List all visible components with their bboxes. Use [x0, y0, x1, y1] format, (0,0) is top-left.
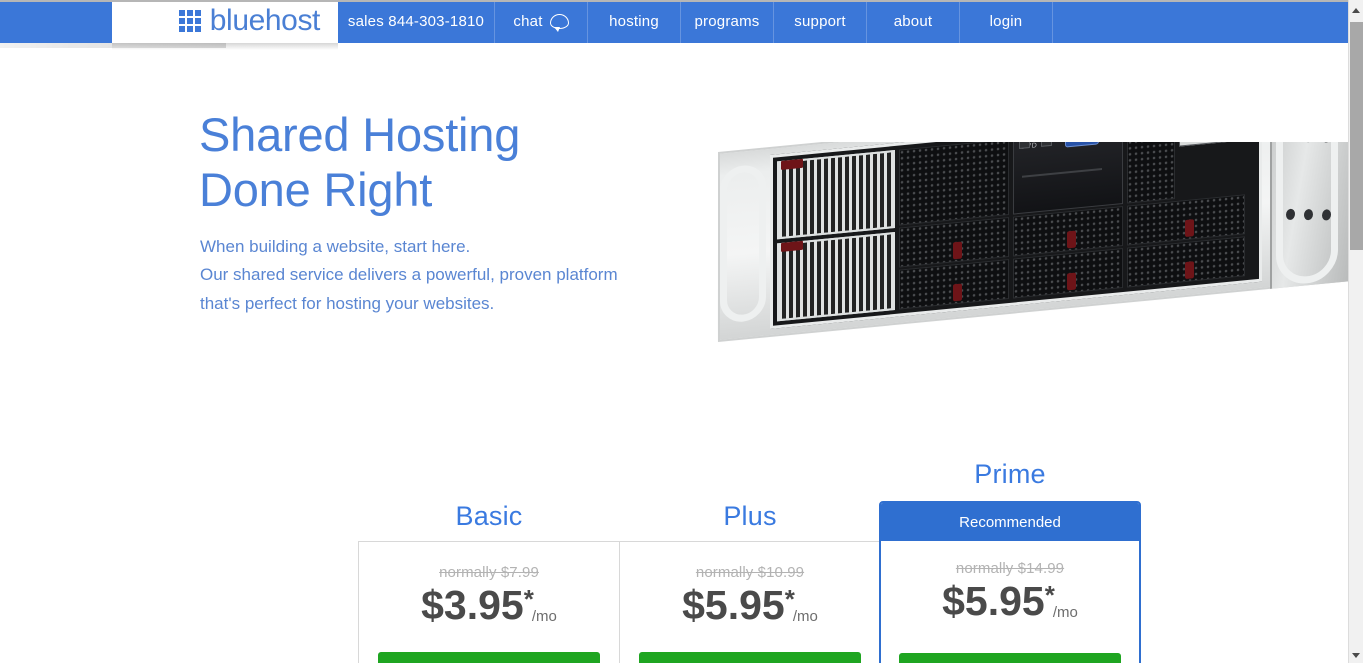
price-period-basic: /mo	[531, 608, 557, 625]
hero-subtitle-line-1: When building a website, start here.	[200, 237, 471, 256]
optical-drive-slot	[1022, 168, 1102, 178]
select-plan-button-basic[interactable]	[378, 652, 600, 663]
scroll-up-icon	[1352, 7, 1360, 13]
current-price-basic: $3.95 * /mo	[359, 585, 619, 626]
pricing-card-plus[interactable]: normally $10.99 $5.95 * /mo	[619, 541, 881, 663]
hero-server-image: DVD	[700, 142, 1348, 432]
hero-subtitle: When building a website, start here. Our…	[200, 233, 740, 318]
nav-item-programs[interactable]: programs	[681, 2, 774, 43]
server-drive-latch-5	[1185, 219, 1194, 238]
server-drive-latch-3	[1067, 230, 1076, 249]
server-chassis: DVD	[718, 142, 1348, 343]
grid-logo-icon	[178, 10, 201, 32]
original-price-plus: normally $10.99	[695, 564, 805, 581]
page-viewport: sales 844-303-1810 chat hosting programs…	[0, 2, 1348, 663]
server-vent-right-top	[1127, 142, 1175, 204]
server-drive-bay-1	[899, 142, 1009, 226]
nav-item-hosting[interactable]: hosting	[588, 2, 681, 43]
nav-items-list: sales 844-303-1810 chat hosting programs…	[338, 2, 1053, 43]
vertical-scrollbar[interactable]	[1348, 0, 1363, 663]
server-drive-latch-6	[1185, 261, 1194, 280]
nav-item-hosting-label: hosting	[609, 13, 659, 30]
nav-item-chat-label: chat	[513, 13, 543, 30]
brand-logo[interactable]: bluehost	[112, 2, 338, 50]
nav-item-login-label: login	[989, 13, 1023, 30]
nav-item-chat[interactable]: chat	[495, 2, 588, 43]
price-period-plus: /mo	[792, 608, 818, 625]
pricing-card-prime-body: normally $14.99 $5.95 * /mo	[881, 541, 1139, 622]
brand-logo-wordmark: bluehost	[209, 3, 321, 37]
nav-item-sales[interactable]: sales 844-303-1810	[338, 2, 495, 43]
current-price-plus: $5.95 * /mo	[620, 585, 880, 626]
price-amount-prime: $5.95	[942, 578, 1045, 624]
hero-title-line-1: Shared Hosting	[199, 108, 521, 161]
hero-title-line-2: Done Right	[199, 162, 433, 216]
plan-title-prime: Prime	[974, 459, 1046, 489]
scroll-down-button[interactable]	[1349, 647, 1363, 663]
chat-bubble-icon	[549, 14, 569, 32]
pricing-card-basic-body: normally $7.99 $3.95 * /mo	[359, 542, 619, 626]
server-front-face: DVD	[770, 142, 1262, 329]
server-drive-latch-1	[953, 241, 962, 260]
nav-item-support[interactable]: support	[774, 2, 867, 43]
server-drive-latch-2	[953, 283, 962, 302]
server-handle-right	[1276, 142, 1338, 287]
price-amount-basic: $3.95	[421, 582, 524, 628]
scrollbar-thumb[interactable]	[1350, 22, 1363, 250]
hero-subtitle-line-2: Our shared service delivers a powerful, …	[200, 265, 618, 285]
select-plan-button-plus[interactable]	[639, 652, 861, 663]
plan-title-plus: Plus	[723, 501, 777, 531]
pricing-card-prime[interactable]: Recommended normally $14.99 $5.95 * /mo	[879, 501, 1141, 663]
plan-title-basic: Basic	[455, 501, 523, 531]
original-price-prime: normally $14.99	[955, 560, 1065, 577]
server-drive-latch-4	[1067, 272, 1076, 291]
status-badge-recommended: Recommended	[881, 503, 1139, 541]
price-amount-plus: $5.95	[682, 582, 785, 628]
nav-item-sales-label: sales 844-303-1810	[347, 13, 485, 30]
pricing-card-basic[interactable]: normally $7.99 $3.95 * /mo	[358, 541, 620, 663]
nav-item-support-label: support	[794, 13, 846, 30]
scroll-up-button[interactable]	[1349, 2, 1363, 18]
page-title: Shared Hosting Done Right	[199, 108, 759, 218]
nav-item-about-label: about	[893, 13, 933, 30]
pricing-card-plus-body: normally $10.99 $5.95 * /mo	[620, 542, 880, 626]
nav-item-programs-label: programs	[694, 13, 760, 30]
server-usb-port-1	[1019, 142, 1030, 150]
price-period-prime: /mo	[1052, 604, 1078, 621]
scroll-down-icon	[1352, 652, 1360, 658]
current-price-prime: $5.95 * /mo	[881, 581, 1139, 622]
original-price-basic: normally $7.99	[439, 564, 539, 581]
hero-subtitle-line-3: that's perfect for hosting your websites…	[200, 293, 495, 313]
server-optical-drive: DVD	[1013, 142, 1123, 215]
logo-plate-shadow	[0, 43, 226, 48]
server-control-panel	[1179, 142, 1235, 147]
nav-item-login[interactable]: login	[960, 2, 1053, 43]
server-handle-left	[720, 163, 766, 324]
select-plan-button-prime[interactable]	[899, 653, 1121, 663]
nav-item-about[interactable]: about	[867, 2, 960, 43]
